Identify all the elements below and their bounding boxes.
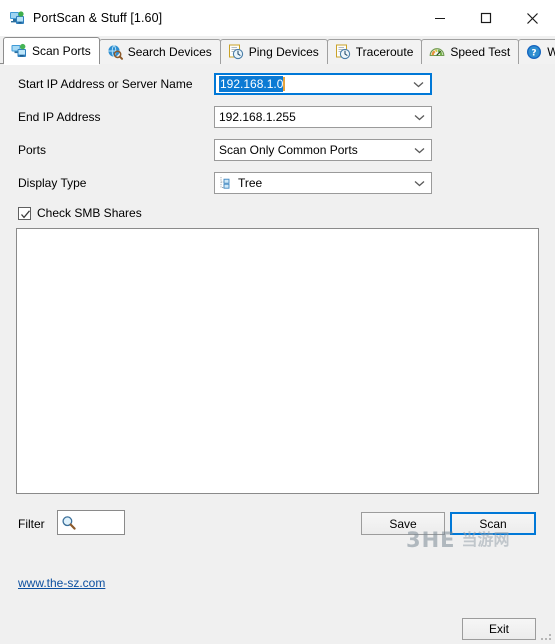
traceroute-icon bbox=[335, 44, 351, 60]
check-smb-shares-label: Check SMB Shares bbox=[37, 206, 142, 220]
footer: www.the-sz.com Exit bbox=[0, 545, 555, 644]
chevron-down-icon[interactable] bbox=[414, 107, 425, 127]
ports-row: Ports Scan Only Common Ports bbox=[0, 138, 555, 162]
chevron-down-icon[interactable] bbox=[414, 173, 425, 193]
tab-label: Scan Ports bbox=[32, 44, 91, 58]
tab-label: Search Devices bbox=[127, 45, 212, 59]
tab-scan-ports[interactable]: Scan Ports bbox=[3, 37, 100, 65]
end-ip-value: 192.168.1.255 bbox=[219, 110, 296, 124]
check-smb-shares-checkbox[interactable] bbox=[18, 206, 31, 220]
action-bar: Filter Save Scan bbox=[0, 505, 555, 545]
help-icon: ? bbox=[526, 44, 542, 60]
display-type-select[interactable]: Tree bbox=[214, 172, 432, 194]
website-link[interactable]: www.the-sz.com bbox=[18, 576, 105, 590]
display-type-value: Tree bbox=[238, 176, 263, 190]
save-button[interactable]: Save bbox=[361, 512, 445, 535]
exit-button[interactable]: Exit bbox=[462, 618, 536, 640]
title-bar: PortScan & Stuff [1.60] bbox=[0, 0, 555, 36]
window-title: PortScan & Stuff [1.60] bbox=[33, 11, 163, 25]
tab-strip: Scan Ports Search Devices Ping Devices T… bbox=[0, 36, 555, 65]
tab-ping-devices[interactable]: Ping Devices bbox=[219, 39, 328, 64]
end-ip-input[interactable]: 192.168.1.255 bbox=[214, 106, 432, 128]
end-ip-row: End IP Address 192.168.1.255 bbox=[0, 105, 555, 129]
magnifier-icon bbox=[61, 515, 77, 531]
scan-button[interactable]: Scan bbox=[450, 512, 536, 535]
start-ip-value: 192.168.1.0 bbox=[219, 76, 284, 92]
start-ip-row: Start IP Address or Server Name 192.168.… bbox=[0, 72, 555, 96]
tab-search-devices[interactable]: Search Devices bbox=[98, 39, 221, 64]
start-ip-label: Start IP Address or Server Name bbox=[18, 77, 193, 91]
tab-label: W bbox=[547, 45, 555, 59]
speed-test-icon bbox=[429, 44, 445, 60]
filter-input[interactable] bbox=[57, 510, 125, 535]
text-caret bbox=[283, 77, 286, 91]
end-ip-label: End IP Address bbox=[18, 110, 101, 124]
window-controls bbox=[417, 0, 555, 36]
resize-grip[interactable] bbox=[540, 629, 552, 641]
tab-label: Traceroute bbox=[355, 45, 414, 59]
ports-value: Scan Only Common Ports bbox=[219, 143, 358, 157]
svg-text:?: ? bbox=[532, 49, 537, 59]
tab-whats-new[interactable]: ? W bbox=[518, 39, 555, 64]
portscan-app-icon bbox=[9, 10, 25, 26]
scan-form: Start IP Address or Server Name 192.168.… bbox=[0, 64, 555, 222]
maximize-icon[interactable] bbox=[463, 0, 509, 36]
ports-label: Ports bbox=[18, 143, 47, 157]
tab-speed-test[interactable]: Speed Test bbox=[421, 39, 520, 64]
chevron-down-icon[interactable] bbox=[413, 75, 424, 93]
check-smb-shares-row[interactable]: Check SMB Shares bbox=[0, 204, 555, 222]
display-type-row: Display Type Tree bbox=[0, 171, 555, 195]
scan-ports-icon bbox=[11, 43, 27, 59]
tab-label: Ping Devices bbox=[248, 45, 319, 59]
minimize-icon[interactable] bbox=[417, 0, 463, 36]
chevron-down-icon[interactable] bbox=[414, 140, 425, 160]
ping-devices-icon bbox=[228, 44, 244, 60]
scan-ports-panel: Start IP Address or Server Name 192.168.… bbox=[0, 64, 555, 640]
tab-traceroute[interactable]: Traceroute bbox=[326, 39, 423, 64]
search-devices-icon bbox=[107, 44, 123, 60]
scan-results-pane[interactable] bbox=[16, 228, 539, 494]
ports-select[interactable]: Scan Only Common Ports bbox=[214, 139, 432, 161]
close-icon[interactable] bbox=[509, 0, 555, 36]
display-type-label: Display Type bbox=[18, 176, 87, 190]
tree-view-icon bbox=[219, 176, 233, 190]
tab-label: Speed Test bbox=[450, 45, 511, 59]
start-ip-input[interactable]: 192.168.1.0 bbox=[214, 73, 432, 95]
filter-label: Filter bbox=[18, 517, 45, 531]
